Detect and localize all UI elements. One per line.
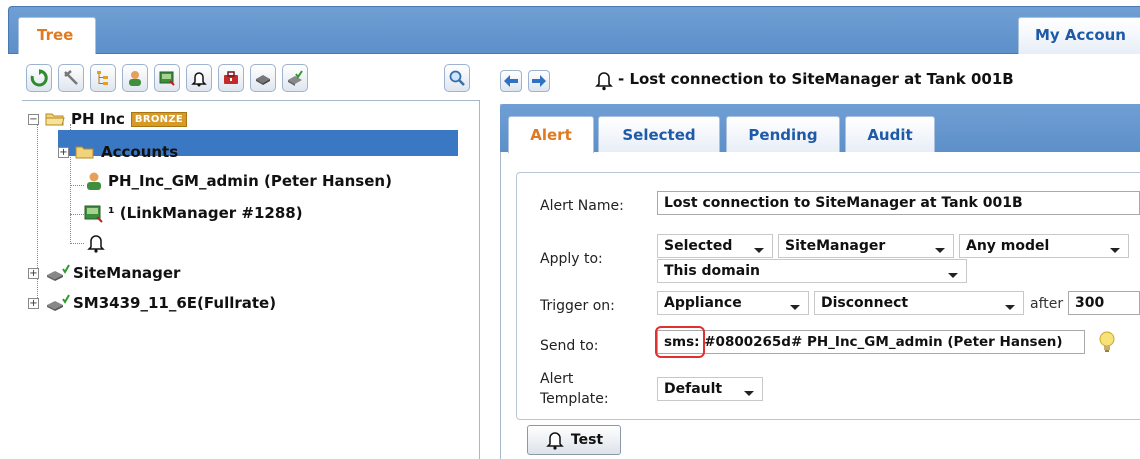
linkmanager-icon (84, 205, 103, 223)
chevron-down-icon (1110, 248, 1120, 253)
chevron-down-icon (744, 391, 754, 396)
linkmanager-icon (159, 71, 175, 86)
trigger-source-select[interactable]: Appliance (657, 291, 809, 315)
trigger-event-select[interactable]: Disconnect (814, 291, 1024, 315)
tab-selected[interactable]: Selected (598, 116, 720, 152)
tools-button[interactable] (58, 64, 84, 92)
tree-item-label: Lost connection to SiteManager at T (118, 234, 426, 252)
test-button-label: Test (570, 432, 604, 448)
tree-root[interactable]: − PH Inc BRONZE (28, 106, 187, 132)
chevron-down-icon (790, 305, 800, 310)
refresh-icon (30, 69, 48, 87)
tree-item-sm3439[interactable]: + SM3439_11_6E(Fullrate) (28, 290, 276, 316)
select-value: Any model (966, 238, 1050, 254)
tab-alert[interactable]: Alert (508, 116, 594, 153)
after-label: after (1030, 296, 1064, 312)
template-label-line-1: Alert (540, 371, 574, 387)
expand-icon[interactable]: + (58, 146, 69, 158)
tree-item-label: ¹ (LinkManager #1288) (108, 204, 303, 222)
toolbox-icon (224, 71, 238, 84)
tree-item-alert-selected[interactable]: Lost connection to SiteManager at T (86, 230, 425, 256)
apply-domain-select[interactable]: This domain (657, 259, 967, 283)
alert-template-select[interactable]: Default (657, 377, 763, 401)
send-to-label: Send to: (540, 338, 599, 354)
device-check-icon (288, 70, 303, 86)
search-icon (449, 70, 465, 86)
main-tab-bar (8, 6, 1140, 54)
bell-icon (546, 432, 564, 450)
chevron-down-icon (754, 248, 764, 253)
lightbulb-icon[interactable] (1097, 330, 1117, 356)
tree-item-linkmanager[interactable]: ¹ (LinkManager #1288) (84, 200, 303, 226)
device-icon (256, 75, 270, 85)
tree-item-label: SM3439_11_6E(Fullrate) (73, 294, 277, 312)
device-check-icon (47, 294, 70, 311)
forward-button[interactable] (528, 70, 550, 92)
select-value: SiteManager (785, 238, 886, 254)
tree-item-label: SiteManager (73, 264, 181, 282)
device-button[interactable] (250, 64, 276, 92)
expand-icon[interactable]: + (28, 267, 39, 279)
refresh-button[interactable] (26, 64, 52, 92)
expand-icon[interactable]: + (28, 297, 39, 309)
bell-icon (191, 72, 207, 87)
tab-pending[interactable]: Pending (726, 116, 840, 152)
tools-icon (64, 70, 78, 85)
alert-name-input[interactable]: Lost connection to SiteManager at Tank 0… (657, 191, 1140, 215)
select-value: Disconnect (821, 295, 909, 311)
user-icon (129, 71, 141, 86)
apply-model-select[interactable]: Any model (959, 234, 1129, 258)
tree-icon (97, 71, 108, 85)
search-button[interactable] (444, 64, 470, 92)
tree-item-sitemanager[interactable]: + SiteManager (28, 260, 180, 286)
select-value: Appliance (664, 295, 742, 311)
chevron-down-icon (935, 248, 945, 253)
arrow-left-icon (504, 75, 518, 87)
folder-icon (75, 146, 94, 159)
apply-to-label: Apply to: (540, 251, 603, 267)
tree-view-button[interactable] (90, 64, 116, 92)
user-icon (87, 172, 101, 190)
alerts-button[interactable] (186, 64, 212, 92)
toolbox-button[interactable] (218, 64, 244, 92)
select-value: This domain (664, 263, 760, 279)
send-to-input[interactable]: sms: #0800265d# PH_Inc_GM_admin (Peter H… (657, 330, 1085, 354)
tab-my-account[interactable]: My Accoun (1018, 17, 1140, 54)
template-label-line-2: Template: (540, 391, 609, 407)
chevron-down-icon (948, 273, 958, 278)
tree-item-accounts[interactable]: + Accounts (58, 139, 178, 165)
bell-icon (595, 72, 613, 91)
arrow-right-icon (532, 75, 546, 87)
back-button[interactable] (500, 70, 522, 92)
test-button[interactable]: Test (527, 425, 621, 455)
select-value: Default (664, 381, 723, 397)
alert-name-label: Alert Name: (540, 198, 624, 214)
folder-open-icon (45, 113, 65, 126)
users-button[interactable] (122, 64, 148, 92)
tree-item-label: Accounts (101, 143, 179, 161)
device-check-button[interactable] (282, 64, 308, 92)
tree-item-user[interactable]: PH_Inc_GM_admin (Peter Hansen) (84, 168, 392, 194)
page-title: - Lost connection to SiteManager at Tank… (618, 70, 1014, 88)
bell-icon (87, 235, 105, 253)
sms-highlight-annotation (655, 326, 705, 358)
tree-connector (70, 243, 84, 244)
device-check-icon (47, 264, 70, 281)
tree-root-label: PH Inc (71, 110, 125, 128)
account-tier-badge: BRONZE (130, 111, 187, 127)
linkmanager-button[interactable] (154, 64, 180, 92)
apply-selected-select[interactable]: Selected (657, 234, 773, 258)
select-value: Selected (664, 238, 733, 254)
tree-connector (70, 185, 84, 186)
tab-audit[interactable]: Audit (845, 116, 935, 152)
tab-tree[interactable]: Tree (18, 17, 96, 54)
chevron-down-icon (1005, 305, 1015, 310)
after-seconds-input[interactable]: 300 (1068, 291, 1140, 315)
trigger-on-label: Trigger on: (540, 298, 615, 314)
apply-type-select[interactable]: SiteManager (778, 234, 954, 258)
collapse-icon[interactable]: − (28, 113, 39, 125)
tree-connector (70, 214, 84, 215)
tree-item-label: PH_Inc_GM_admin (Peter Hansen) (108, 172, 392, 190)
